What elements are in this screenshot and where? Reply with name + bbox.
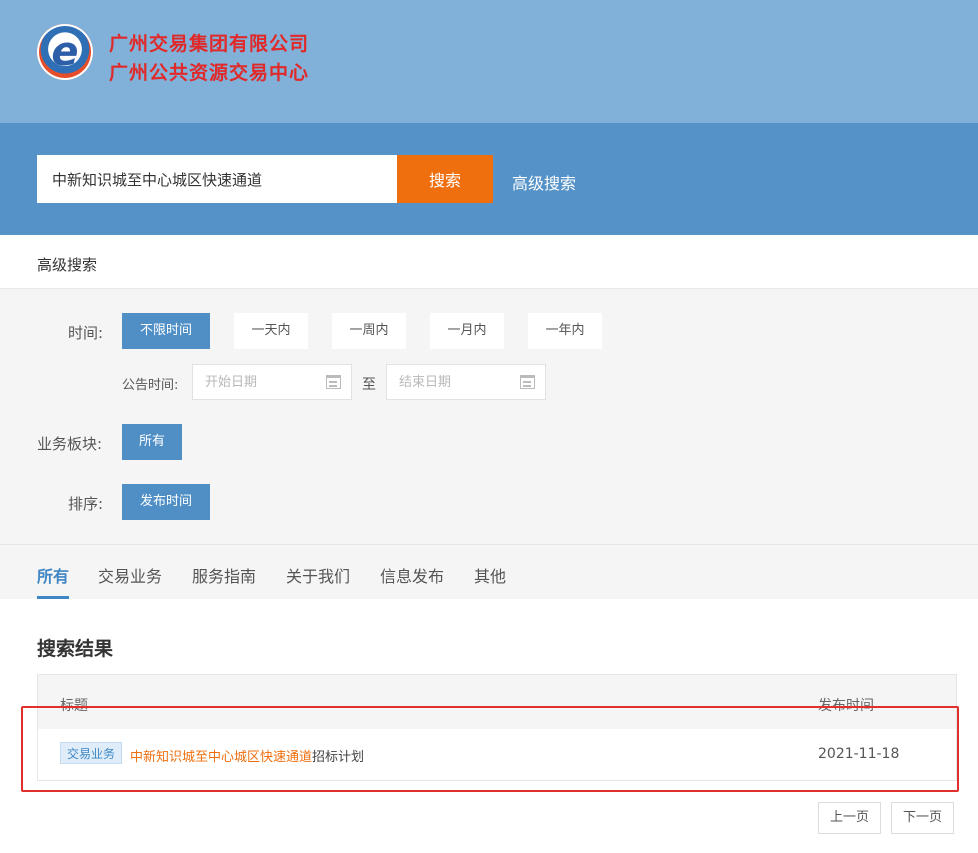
result-title-highlight[interactable]: 中新知识城至中心城区快速通道 bbox=[130, 750, 312, 765]
column-header-date: 发布时间 bbox=[818, 698, 874, 714]
logo-icon[interactable]: e bbox=[37, 24, 93, 80]
category-tabs: 所有 交易业务 服务指南 关于我们 信息发布 其他 bbox=[0, 545, 978, 599]
time-option-day[interactable]: 一天内 bbox=[234, 313, 308, 349]
filter-panel: 时间: 不限时间 一天内 一周内 一月内 一年内 公告时间: 至 业务板块: 所… bbox=[0, 289, 978, 545]
sort-option-publish-time[interactable]: 发布时间 bbox=[122, 484, 210, 520]
advanced-search-header: 高级搜索 bbox=[0, 235, 978, 289]
org-name-line1: 广州交易集团有限公司 bbox=[109, 33, 310, 55]
end-date-input[interactable] bbox=[387, 365, 507, 399]
search-button[interactable]: 搜索 bbox=[397, 155, 493, 203]
calendar-icon[interactable] bbox=[520, 375, 535, 389]
org-name-line2: 广州公共资源交易中心 bbox=[109, 62, 310, 84]
active-tab-underline bbox=[37, 596, 69, 599]
sort-label: 排序: bbox=[68, 495, 104, 513]
time-option-any[interactable]: 不限时间 bbox=[122, 313, 210, 349]
column-header-title: 标题 bbox=[60, 698, 88, 714]
sector-label: 业务板块: bbox=[37, 435, 103, 453]
result-title-rest[interactable]: 招标计划 bbox=[312, 750, 364, 765]
tab-trading[interactable]: 交易业务 bbox=[98, 563, 162, 587]
advanced-search-link[interactable]: 高级搜索 bbox=[512, 170, 576, 194]
results-table: 标题 发布时间 交易业务 中新知识城至中心城区快速通道招标计划 2021-11-… bbox=[37, 674, 957, 781]
table-row[interactable]: 交易业务 中新知识城至中心城区快速通道招标计划 2021-11-18 bbox=[38, 729, 956, 781]
sector-option-all[interactable]: 所有 bbox=[122, 424, 182, 460]
tab-about[interactable]: 关于我们 bbox=[286, 563, 350, 587]
tab-info-release[interactable]: 信息发布 bbox=[380, 563, 444, 587]
start-date-field[interactable] bbox=[192, 364, 352, 400]
calendar-icon[interactable] bbox=[326, 375, 341, 389]
next-page-button[interactable]: 下一页 bbox=[891, 802, 954, 834]
time-option-week[interactable]: 一周内 bbox=[332, 313, 406, 349]
search-band: 搜索 高级搜索 bbox=[0, 123, 978, 235]
tab-all[interactable]: 所有 bbox=[37, 563, 69, 587]
site-header: e 广州交易集团有限公司 广州公共资源交易中心 bbox=[0, 0, 978, 123]
results-title: 搜索结果 bbox=[37, 638, 114, 660]
tab-service-guide[interactable]: 服务指南 bbox=[192, 563, 256, 587]
search-input[interactable] bbox=[37, 155, 397, 203]
time-option-month[interactable]: 一月内 bbox=[430, 313, 504, 349]
prev-page-button[interactable]: 上一页 bbox=[818, 802, 881, 834]
time-option-year[interactable]: 一年内 bbox=[528, 313, 602, 349]
result-title-link[interactable]: 中新知识城至中心城区快速通道招标计划 bbox=[130, 746, 364, 765]
end-date-field[interactable] bbox=[386, 364, 546, 400]
tab-other[interactable]: 其他 bbox=[474, 563, 506, 587]
table-header: 标题 发布时间 bbox=[38, 675, 956, 729]
date-label: 公告时间: bbox=[122, 378, 179, 393]
category-badge: 交易业务 bbox=[60, 742, 123, 764]
logo-letter: e bbox=[51, 29, 79, 75]
advanced-search-title: 高级搜索 bbox=[37, 256, 98, 274]
start-date-input[interactable] bbox=[193, 365, 313, 399]
date-separator: 至 bbox=[362, 377, 376, 393]
time-label: 时间: bbox=[68, 324, 104, 342]
result-date: 2021-11-18 bbox=[818, 746, 900, 762]
